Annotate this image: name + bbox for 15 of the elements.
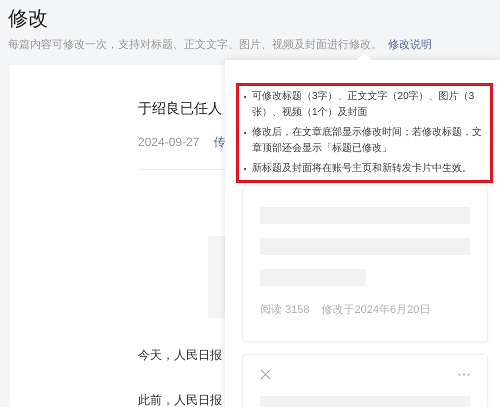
note-text: 新标题及封面将在账号主页和新转发卡片中生效。: [252, 162, 472, 176]
note-text: 修改后，在文章底部显示修改时间；若修改标题，文章顶部还会显示「标题已修改」: [252, 126, 483, 156]
modified-date: 修改于2024年6月20日: [322, 303, 430, 318]
article-title: 于绍良已任人: [138, 99, 222, 118]
meta-link[interactable]: 传: [213, 133, 226, 151]
read-count: 阅读 3158: [260, 303, 310, 318]
more-icon[interactable]: [458, 373, 470, 376]
note-text: 可修改标题（3字）、正文文字（20字）、图片（3张）、视频（1个）及封面: [252, 90, 476, 120]
page-subtitle: 每篇内容可修改一次，支持对标题、正文文字、图片、视频及封面进行修改。: [8, 38, 382, 53]
page-title: 修改: [8, 7, 48, 32]
paragraph-text: 此前，人民日报: [138, 392, 222, 407]
paragraph-text: 今天，人民日报: [138, 347, 222, 364]
article-date: 2024-09-27: [138, 134, 200, 151]
close-icon[interactable]: [260, 369, 271, 380]
help-link[interactable]: 修改说明: [388, 37, 432, 54]
